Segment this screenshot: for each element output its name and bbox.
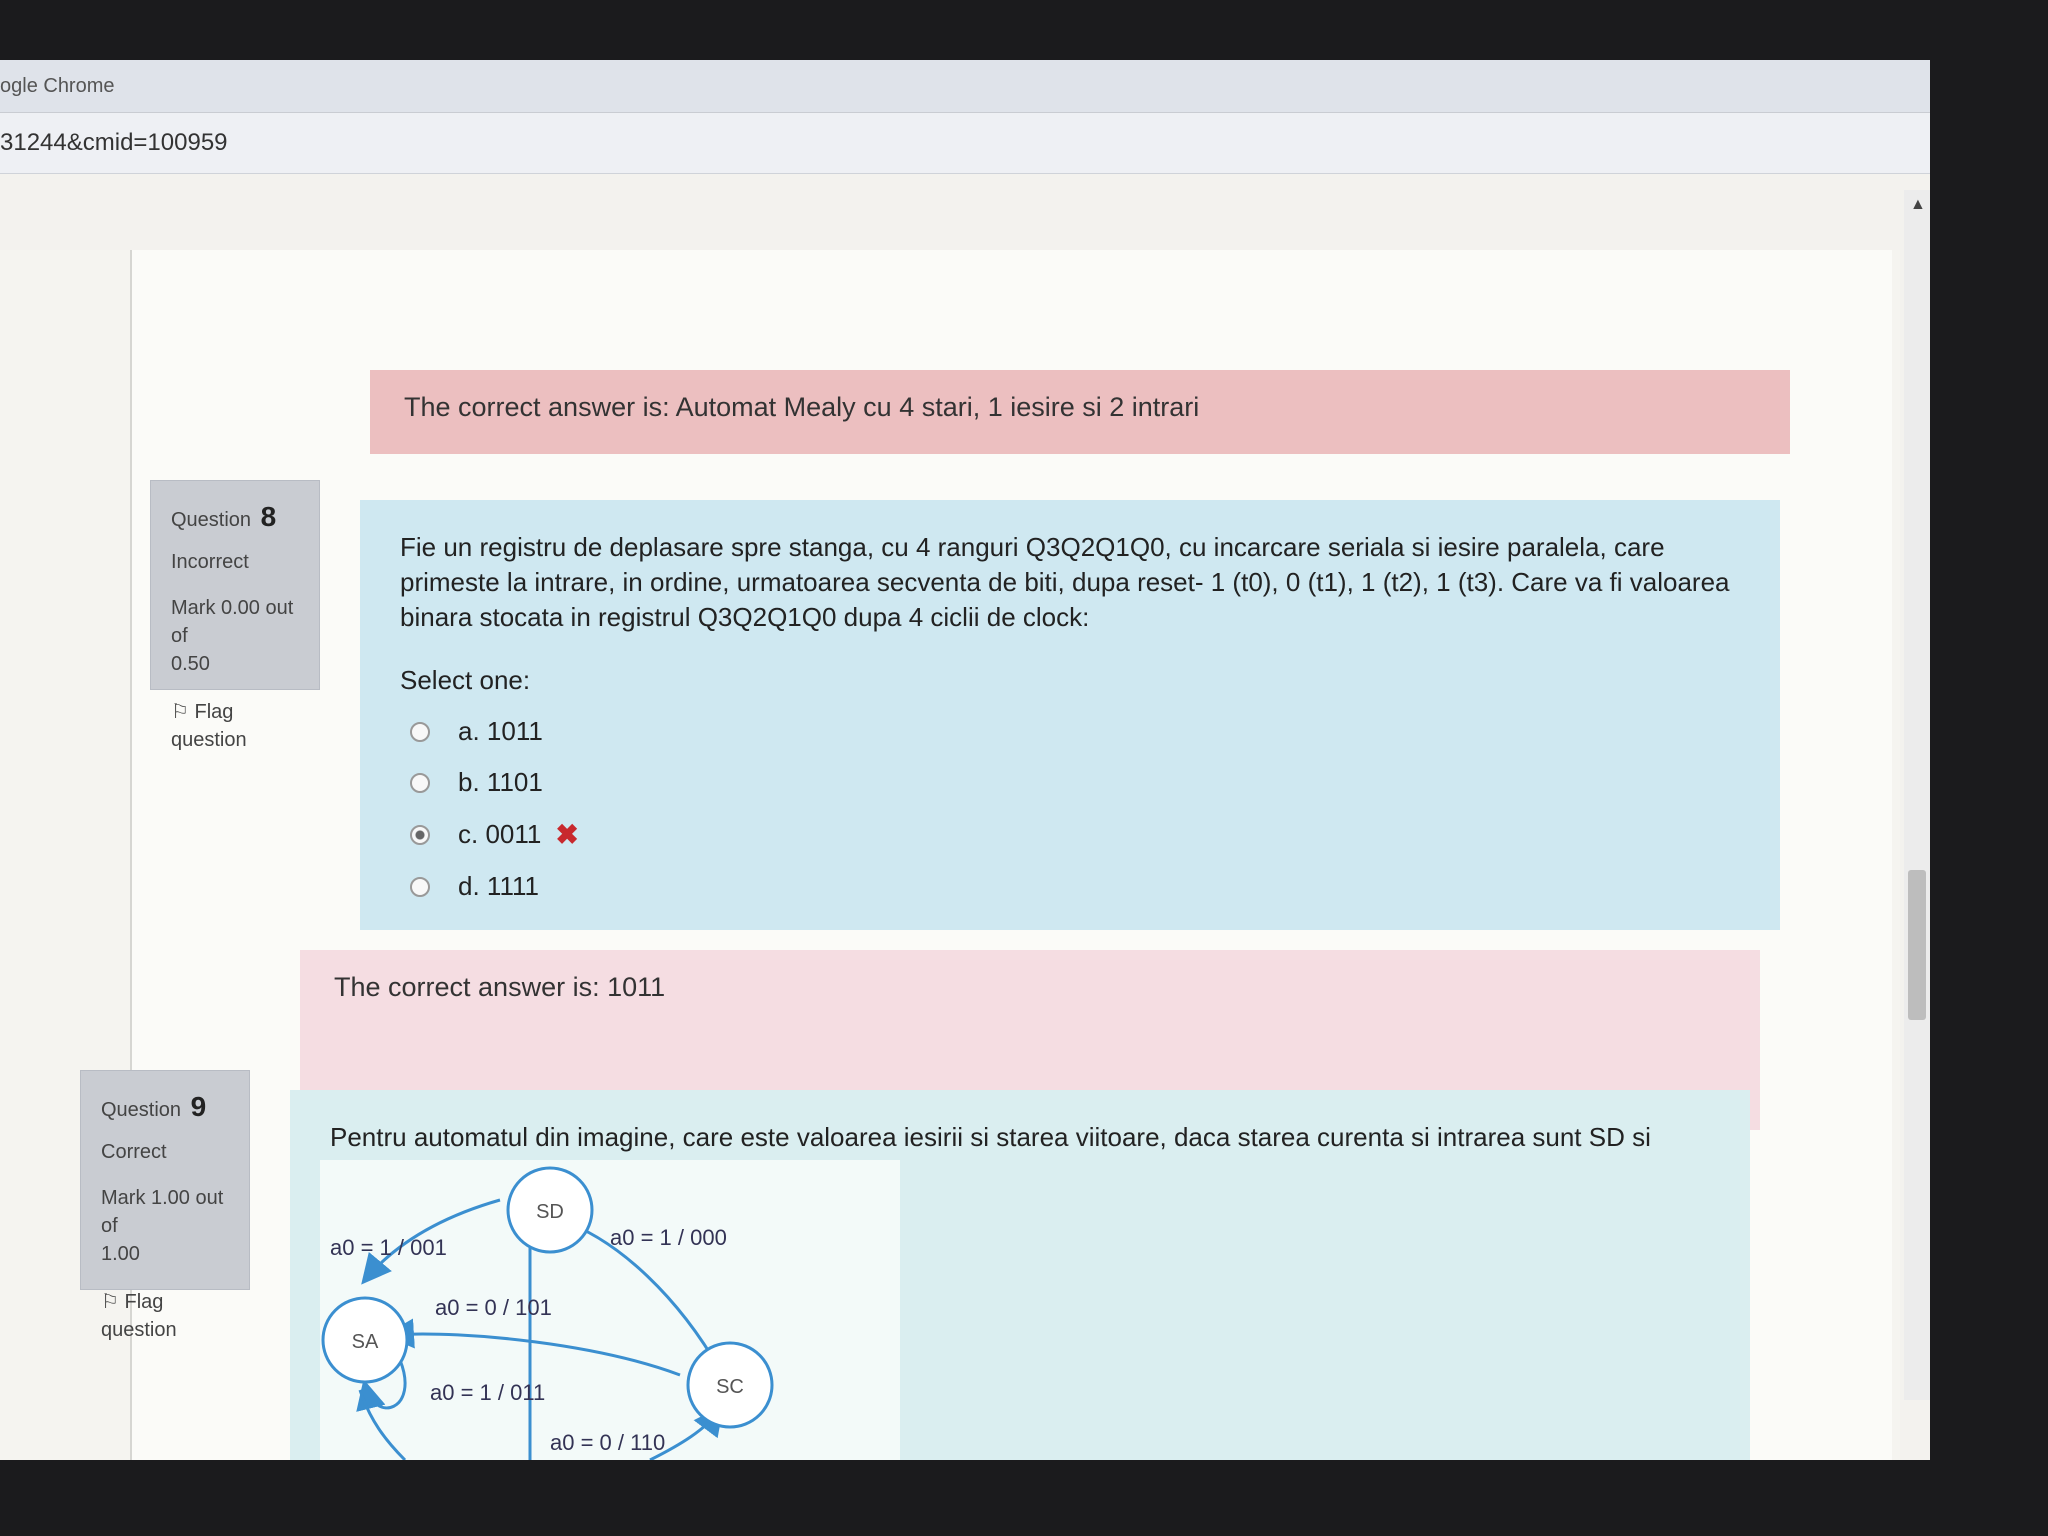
radio-button[interactable]	[410, 876, 430, 897]
question-8-info: Question 8 Incorrect Mark 0.00 out of 0.…	[150, 480, 320, 751]
question-number-value: 9	[190, 1091, 207, 1122]
grade-max: 1.00	[101, 1243, 140, 1266]
state-label: SC	[716, 1376, 744, 1398]
edge-sa-down	[358, 1389, 407, 1460]
grade-label: Mark 0.00 out of	[171, 597, 294, 648]
flag-question-link[interactable]: ⚐ Flag question	[101, 1288, 229, 1344]
state-diagram-svg: SD SA SC a0 = 1 / 001 a0 = 1 / 000 a0 = …	[321, 1166, 774, 1460]
flag-icon[interactable]: ⚐	[101, 1291, 119, 1313]
state-label: SA	[352, 1331, 379, 1353]
flag-icon[interactable]: ⚐	[171, 701, 189, 723]
question-8-formulation: Fie un registru de deplasare spre stanga…	[360, 500, 1780, 930]
question-grade: Mark 1.00 out of 1.00	[101, 1184, 229, 1268]
answer-option[interactable]: b. 1101	[410, 767, 1740, 798]
scrollbar-thumb[interactable]	[1908, 870, 1926, 1020]
edge-sc-sa	[384, 1318, 681, 1377]
transition-label: a0 = 0 / 101	[435, 1295, 552, 1320]
answer-list: a. 1011 b. 1101 c. 0011 ✖ d. 1111	[400, 716, 1740, 902]
transition-label: a0 = 1 / 001	[330, 1235, 447, 1260]
question-9-info: Question 9 Correct Mark 1.00 out of 1.00…	[80, 1070, 250, 1341]
question-number: Question 9	[101, 1091, 207, 1122]
radio-button[interactable]	[410, 824, 430, 845]
answer-label[interactable]: b. 1101	[458, 767, 543, 798]
answer-option[interactable]: c. 0011 ✖	[410, 818, 1740, 851]
transition-label: a0 = 0 / 110	[550, 1430, 665, 1455]
title-bar: ogle Chrome	[0, 60, 1930, 113]
question-state: Correct	[101, 1141, 167, 1164]
state-label: SD	[536, 1201, 564, 1223]
question-number: Question 8	[171, 501, 277, 532]
scroll-up-icon[interactable]: ▲	[1910, 196, 1926, 214]
question-grade: Mark 0.00 out of 0.50	[171, 594, 299, 678]
question-number-value: 8	[260, 501, 277, 532]
state-diagram: SD SA SC a0 = 1 / 001 a0 = 1 / 000 a0 = …	[320, 1160, 900, 1460]
transition-label: a0 = 1 / 000	[610, 1225, 727, 1250]
question-state: Incorrect	[171, 551, 249, 574]
answer-option[interactable]: a. 1011	[410, 716, 1740, 747]
previous-question-feedback: The correct answer is: Automat Mealy cu …	[370, 370, 1790, 454]
grade-label: Mark 1.00 out of	[101, 1187, 224, 1238]
question-text: Fie un registru de deplasare spre stanga…	[400, 532, 1730, 633]
answer-label[interactable]: a. 1011	[458, 716, 543, 747]
vertical-scrollbar[interactable]: ▲	[1904, 190, 1930, 1400]
url-text[interactable]: 31244&cmid=100959	[0, 129, 228, 157]
answer-label[interactable]: c. 0011	[458, 819, 541, 850]
browser-window: ogle Chrome 31244&cmid=100959 — ☐ ✕ ▲ Th…	[0, 60, 1930, 1460]
address-bar[interactable]: 31244&cmid=100959	[0, 113, 1930, 174]
radio-button[interactable]	[410, 772, 430, 793]
flag-question-link[interactable]: ⚐ Flag question	[171, 698, 299, 754]
radio-button[interactable]	[410, 721, 430, 742]
incorrect-icon: ✖	[555, 819, 579, 851]
answer-label[interactable]: d. 1111	[458, 871, 539, 902]
transition-label: a0 = 1 / 011	[430, 1380, 545, 1405]
select-one-prompt: Select one:	[400, 665, 531, 696]
window-title: ogle Chrome	[0, 74, 115, 97]
grade-max: 0.50	[171, 653, 210, 676]
answer-option[interactable]: d. 1111	[410, 871, 1740, 902]
